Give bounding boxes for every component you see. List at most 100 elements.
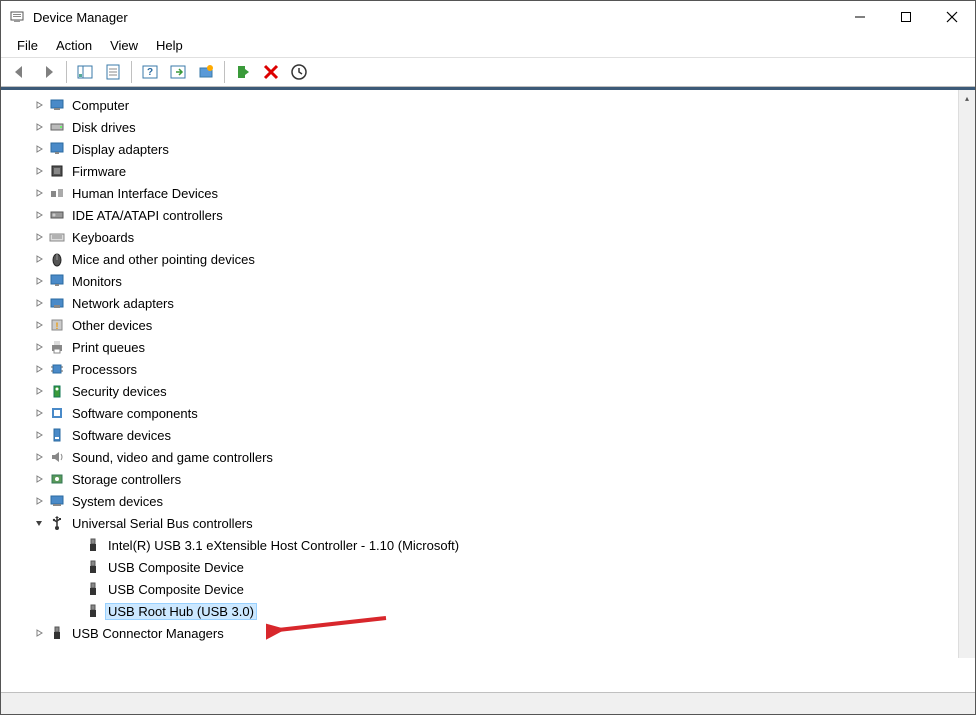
back-button[interactable] — [7, 59, 33, 85]
tree-item[interactable]: !Other devices — [11, 314, 975, 336]
menu-file[interactable]: File — [9, 35, 46, 56]
mouse-icon — [49, 251, 65, 267]
chevron-right-icon[interactable] — [33, 319, 45, 331]
chevron-right-icon[interactable] — [33, 495, 45, 507]
tree-item[interactable]: Print queues — [11, 336, 975, 358]
disk-icon — [49, 119, 65, 135]
tree-item[interactable]: Computer — [11, 94, 975, 116]
chevron-right-icon[interactable] — [33, 209, 45, 221]
enable-button[interactable] — [230, 59, 256, 85]
tree-item-label: USB Composite Device — [105, 581, 247, 598]
tree-item-label: System devices — [69, 493, 166, 510]
chevron-right-icon[interactable] — [33, 253, 45, 265]
chevron-right-icon[interactable] — [33, 275, 45, 287]
tree-item-label: Disk drives — [69, 119, 139, 136]
properties-button[interactable] — [100, 59, 126, 85]
chevron-right-icon[interactable] — [33, 429, 45, 441]
vertical-scrollbar[interactable]: ▴ — [958, 90, 975, 658]
tree-item-label: Display adapters — [69, 141, 172, 158]
usb-plug-icon — [85, 537, 101, 553]
scan-hardware-button[interactable] — [286, 59, 312, 85]
forward-button[interactable] — [35, 59, 61, 85]
tree-item[interactable]: Storage controllers — [11, 468, 975, 490]
chevron-right-icon[interactable] — [33, 341, 45, 353]
minimize-button[interactable] — [837, 1, 883, 33]
chevron-right-icon[interactable] — [33, 187, 45, 199]
tree-item[interactable]: Intel(R) USB 3.1 eXtensible Host Control… — [11, 534, 975, 556]
tree-item-label: Sound, video and game controllers — [69, 449, 276, 466]
tree-item[interactable]: Firmware — [11, 160, 975, 182]
svg-text:!: ! — [56, 321, 59, 331]
scan-button[interactable] — [165, 59, 191, 85]
tree-item[interactable]: Keyboards — [11, 226, 975, 248]
tree-item[interactable]: Security devices — [11, 380, 975, 402]
software-dev-icon — [49, 427, 65, 443]
usb-plug-icon — [85, 581, 101, 597]
tree-item[interactable]: Network adapters — [11, 292, 975, 314]
tree-item[interactable]: System devices — [11, 490, 975, 512]
update-driver-button[interactable] — [193, 59, 219, 85]
help-button[interactable]: ? — [137, 59, 163, 85]
chevron-right-icon[interactable] — [33, 363, 45, 375]
menubar: File Action View Help — [1, 33, 975, 57]
menu-help[interactable]: Help — [148, 35, 191, 56]
chevron-right-icon[interactable] — [33, 99, 45, 111]
scroll-up-arrow[interactable]: ▴ — [959, 90, 975, 107]
tree-item[interactable]: USB Composite Device — [11, 556, 975, 578]
chevron-right-icon[interactable] — [33, 165, 45, 177]
keyboard-icon — [49, 229, 65, 245]
tree-item[interactable]: Monitors — [11, 270, 975, 292]
tree-item-label: Keyboards — [69, 229, 137, 246]
tree-item-label: Software devices — [69, 427, 174, 444]
tree-item-label: Print queues — [69, 339, 148, 356]
tree-item[interactable]: Sound, video and game controllers — [11, 446, 975, 468]
network-icon — [49, 295, 65, 311]
chevron-right-icon[interactable] — [33, 451, 45, 463]
chevron-right-icon[interactable] — [33, 407, 45, 419]
tree-item[interactable]: Disk drives — [11, 116, 975, 138]
tree-item[interactable]: Human Interface Devices — [11, 182, 975, 204]
chevron-right-icon[interactable] — [33, 385, 45, 397]
tree-item[interactable]: Universal Serial Bus controllers — [11, 512, 975, 534]
print-icon — [49, 339, 65, 355]
tree-item[interactable]: Processors — [11, 358, 975, 380]
sound-icon — [49, 449, 65, 465]
separator — [66, 61, 67, 83]
monitor-icon — [49, 273, 65, 289]
usb-plug-icon — [49, 625, 65, 641]
svg-text:?: ? — [147, 67, 153, 78]
tree-item-label: Mice and other pointing devices — [69, 251, 258, 268]
tree-item[interactable]: Software components — [11, 402, 975, 424]
chevron-right-icon[interactable] — [33, 627, 45, 639]
menu-action[interactable]: Action — [48, 35, 100, 56]
uninstall-button[interactable] — [258, 59, 284, 85]
computer-icon — [49, 97, 65, 113]
tree-item-label: IDE ATA/ATAPI controllers — [69, 207, 226, 224]
tree-item[interactable]: USB Root Hub (USB 3.0) — [11, 600, 975, 622]
tree-item-label: Monitors — [69, 273, 125, 290]
tree-item[interactable]: USB Connector Managers — [11, 622, 975, 644]
chevron-right-icon[interactable] — [33, 297, 45, 309]
status-bar — [1, 692, 975, 714]
device-tree[interactable]: Computer Disk drives Display adapters Firmw… — [1, 90, 975, 692]
chevron-right-icon[interactable] — [33, 143, 45, 155]
tree-item[interactable]: IDE ATA/ATAPI controllers — [11, 204, 975, 226]
tree-item[interactable]: USB Composite Device — [11, 578, 975, 600]
tree-item-label: Computer — [69, 97, 132, 114]
other-icon: ! — [49, 317, 65, 333]
window-title: Device Manager — [33, 10, 128, 25]
tree-item[interactable]: Software devices — [11, 424, 975, 446]
separator — [224, 61, 225, 83]
close-button[interactable] — [929, 1, 975, 33]
chevron-down-icon[interactable] — [33, 517, 45, 529]
hid-icon — [49, 185, 65, 201]
show-hide-tree-button[interactable] — [72, 59, 98, 85]
menu-view[interactable]: View — [102, 35, 146, 56]
usb-plug-icon — [85, 559, 101, 575]
chevron-right-icon[interactable] — [33, 121, 45, 133]
tree-item[interactable]: Mice and other pointing devices — [11, 248, 975, 270]
tree-item[interactable]: Display adapters — [11, 138, 975, 160]
maximize-button[interactable] — [883, 1, 929, 33]
chevron-right-icon[interactable] — [33, 231, 45, 243]
chevron-right-icon[interactable] — [33, 473, 45, 485]
